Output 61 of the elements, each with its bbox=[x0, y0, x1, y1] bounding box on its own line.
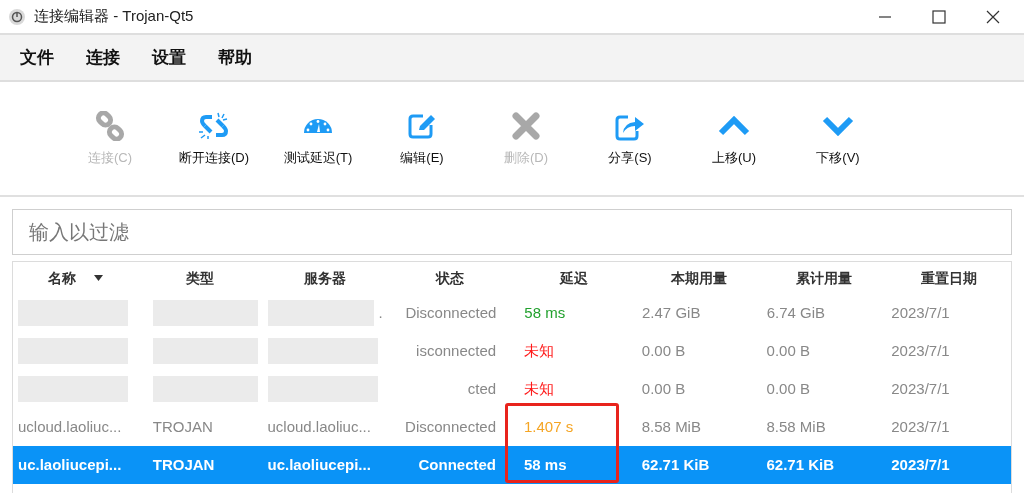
table-cell-text: 62.71 KiB bbox=[641, 454, 710, 475]
latency-cell-text: 1.407 s bbox=[524, 416, 574, 437]
cross-icon bbox=[512, 111, 540, 140]
gauge-icon bbox=[303, 117, 333, 134]
table-cell-text: 8.58 MiB bbox=[641, 416, 701, 437]
table-cell-text: Disconnected bbox=[405, 416, 496, 437]
close-icon[interactable] bbox=[986, 9, 1000, 24]
table-cell-text: 2023/7/1 bbox=[891, 378, 950, 399]
toolbar-button[interactable]: 上移(U) bbox=[682, 103, 786, 174]
table-cell-text: 0.00 B bbox=[766, 340, 810, 361]
table-cell-text: 0.00 B bbox=[641, 378, 686, 399]
table-cell-text: 62.71 KiB bbox=[766, 454, 835, 475]
column-header[interactable]: 名称 bbox=[13, 267, 138, 289]
table-cell-text: 8.58 MiB bbox=[766, 416, 826, 437]
toolbar-button[interactable]: 断开连接(D) bbox=[162, 103, 266, 174]
chain-link-icon bbox=[95, 110, 125, 141]
table-cell-text: 2.47 GiB bbox=[642, 302, 701, 323]
latency-cell-text: 未知 bbox=[524, 378, 555, 399]
chevron-down-icon bbox=[822, 115, 854, 136]
column-header[interactable]: 服务器 bbox=[262, 267, 388, 289]
table-cell-text: . bbox=[378, 302, 383, 323]
menu-item[interactable]: 文件 bbox=[10, 40, 64, 75]
broken-link-icon bbox=[198, 110, 230, 141]
table-cell-text: 6.74 GiB bbox=[766, 302, 826, 323]
latency-cell-text: 58 ms bbox=[524, 302, 566, 323]
column-header[interactable]: 本期用量 bbox=[636, 267, 762, 289]
table-cell-text: TROJAN bbox=[152, 454, 215, 475]
table-cell-text: uc.laoliucepi... bbox=[18, 454, 122, 475]
table-cell-text: Disconnected bbox=[405, 302, 497, 323]
table-cell-text: 2023/7/1 bbox=[891, 454, 950, 475]
column-header[interactable]: 延迟 bbox=[512, 267, 637, 289]
table-cell-text: ucloud.laoliuc... bbox=[267, 416, 371, 437]
table-cell-text: cted bbox=[467, 378, 497, 399]
column-header[interactable]: 类型 bbox=[137, 267, 263, 289]
table-cell-text: 2023/7/1 bbox=[891, 302, 950, 323]
table-cell-text: ucloud.laoliuc... bbox=[18, 416, 122, 437]
table-cell-text: 2023/7/1 bbox=[891, 340, 950, 361]
table-cell-text: 2023/7/1 bbox=[891, 416, 950, 437]
column-header[interactable]: 状态 bbox=[387, 267, 512, 289]
table-cell-text: 0.00 B bbox=[641, 340, 686, 361]
column-header[interactable]: 重置日期 bbox=[886, 267, 1011, 289]
table-cell-text: isconnected bbox=[416, 340, 497, 361]
table-cell-text: TROJAN bbox=[152, 416, 213, 437]
chevron-up-icon bbox=[718, 115, 750, 136]
toolbar-button[interactable]: 下移(V) bbox=[786, 103, 890, 174]
toolbar-button[interactable]: 编辑(E) bbox=[370, 103, 474, 174]
latency-cell-text: 未知 bbox=[524, 340, 555, 361]
toolbar-button[interactable]: 测试延迟(T) bbox=[266, 103, 370, 174]
table-cell-text: Connected bbox=[418, 454, 496, 475]
latency-cell-text: 58 ms bbox=[524, 454, 567, 475]
maximize-icon[interactable] bbox=[932, 9, 946, 24]
window-title: 连接编辑器 - Trojan-Qt5 bbox=[34, 6, 194, 27]
table-cell-text: uc.laoliucepi... bbox=[267, 454, 371, 475]
table-cell-text: 0.00 B bbox=[766, 378, 810, 399]
toolbar-button[interactable]: 分享(S) bbox=[578, 103, 682, 174]
menu-item[interactable]: 帮助 bbox=[208, 40, 262, 75]
menu-item[interactable]: 设置 bbox=[142, 40, 196, 75]
app-icon bbox=[8, 7, 26, 26]
menu-item[interactable]: 连接 bbox=[76, 40, 130, 75]
column-header[interactable]: 累计用量 bbox=[761, 267, 887, 289]
filter-field[interactable]: 输入以过滤 bbox=[12, 209, 1012, 255]
